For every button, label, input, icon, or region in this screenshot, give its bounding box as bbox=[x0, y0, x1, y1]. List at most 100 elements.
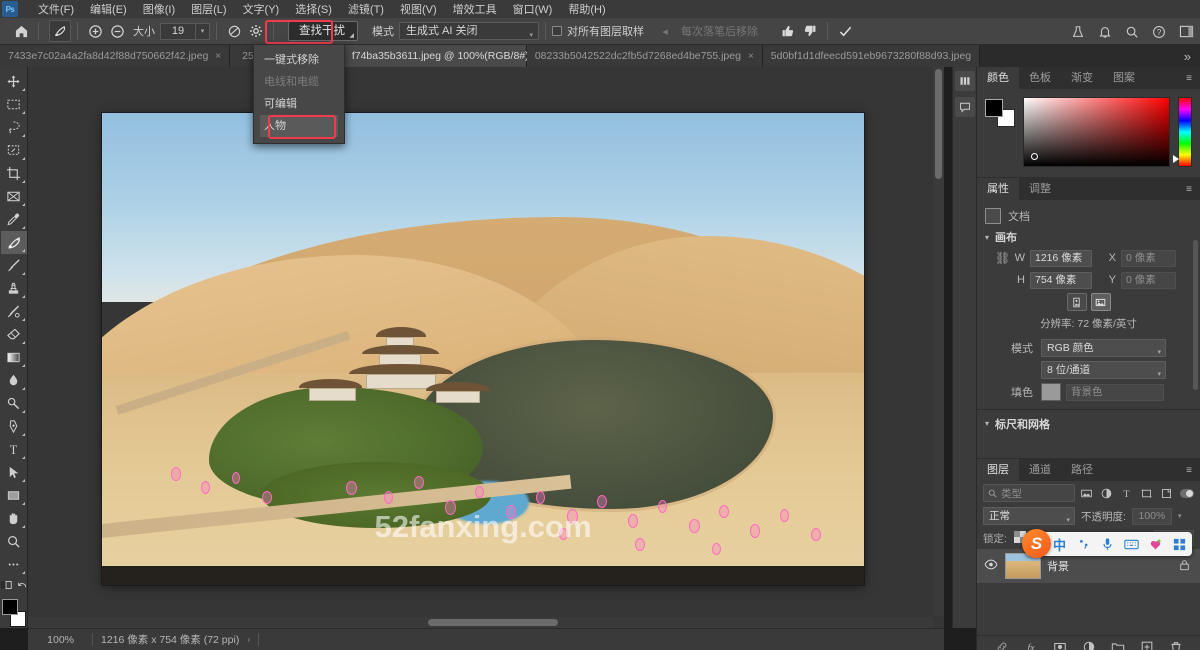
pen-tool[interactable] bbox=[1, 415, 27, 438]
brush-size-input[interactable]: 19 bbox=[160, 22, 196, 40]
menu-plugins[interactable]: 增效工具 bbox=[445, 0, 505, 19]
gradient-tool[interactable] bbox=[1, 346, 27, 369]
brush-add-icon[interactable] bbox=[84, 20, 106, 42]
menu-filter[interactable]: 滤镜(T) bbox=[340, 0, 392, 19]
help-icon[interactable]: ? bbox=[1152, 25, 1166, 39]
menu-file[interactable]: 文件(F) bbox=[30, 0, 82, 19]
brush-size-dropdown-icon[interactable]: ▾ bbox=[196, 22, 210, 40]
layer-name[interactable]: 背景 bbox=[1047, 558, 1173, 574]
sogou-logo-icon[interactable]: S bbox=[1022, 529, 1051, 558]
move-tool[interactable] bbox=[1, 70, 27, 93]
rulers-section-header[interactable]: ▾ 标尺和网格 bbox=[977, 409, 1200, 433]
menu-edit[interactable]: 编辑(E) bbox=[82, 0, 135, 19]
eyedropper-tool[interactable] bbox=[1, 208, 27, 231]
quick-mask-icon[interactable] bbox=[0, 578, 13, 595]
document-tab-4[interactable]: 08233b5042522dc2fb5d7268ed4be755.jpeg × bbox=[526, 45, 763, 67]
menu-view[interactable]: 视图(V) bbox=[392, 0, 445, 19]
sample-all-layers-checkbox[interactable]: 对所有图层取样 bbox=[552, 23, 644, 39]
edit-toolbar-icon[interactable] bbox=[1, 553, 27, 576]
bit-depth-select[interactable]: 8 位/通道 ▾ bbox=[1041, 361, 1166, 379]
menu-image[interactable]: 图像(I) bbox=[135, 0, 183, 19]
layer-filter-select[interactable]: 类型 bbox=[983, 484, 1075, 502]
home-icon[interactable] bbox=[10, 20, 32, 42]
link-icon[interactable] bbox=[995, 640, 1009, 650]
document-canvas[interactable]: 52fanxing.com bbox=[102, 113, 864, 585]
close-icon[interactable]: × bbox=[748, 51, 754, 62]
dodge-tool[interactable] bbox=[1, 392, 27, 415]
color-mode-select[interactable]: RGB 颜色 ▾ bbox=[1041, 339, 1166, 357]
lasso-tool[interactable] bbox=[1, 116, 27, 139]
y-input[interactable]: 0 像素 bbox=[1121, 271, 1176, 289]
search-icon[interactable] bbox=[1125, 25, 1139, 39]
workspace-icon[interactable] bbox=[1179, 25, 1194, 38]
properties-scrollbar[interactable] bbox=[1193, 240, 1198, 390]
generative-mode-select[interactable]: 生成式 AI 关闭 ▾ bbox=[399, 22, 539, 40]
filter-shape-icon[interactable] bbox=[1138, 484, 1154, 502]
foreground-background-colors[interactable] bbox=[1, 599, 27, 627]
filter-type-icon[interactable]: T bbox=[1119, 484, 1135, 502]
hand-tool[interactable] bbox=[1, 507, 27, 530]
menu-window[interactable]: 窗口(W) bbox=[505, 0, 561, 19]
tab-paths[interactable]: 路径 bbox=[1061, 459, 1103, 481]
saturation-value-field[interactable] bbox=[1023, 97, 1170, 167]
document-tab-1[interactable]: 7433e7c02a4a2fa8d42f88d750662f42.jpeg × bbox=[0, 45, 231, 67]
brush-tool[interactable] bbox=[1, 254, 27, 277]
ime-keyboard-icon[interactable] bbox=[1124, 538, 1139, 551]
tab-swatches[interactable]: 色板 bbox=[1019, 67, 1061, 89]
dropdown-item-people[interactable]: 人物 bbox=[260, 115, 338, 137]
brush-subtract-icon[interactable] bbox=[106, 20, 128, 42]
tab-patterns[interactable]: 图案 bbox=[1103, 67, 1145, 89]
crop-tool[interactable] bbox=[1, 162, 27, 185]
link-dimensions-icon[interactable]: ⛓ bbox=[995, 251, 1010, 265]
canvas-vertical-scrollbar[interactable] bbox=[933, 67, 944, 616]
blend-mode-select[interactable]: 正常 ▾ bbox=[983, 507, 1075, 525]
close-icon[interactable]: × bbox=[215, 51, 221, 62]
object-selection-tool[interactable] bbox=[1, 139, 27, 162]
filter-pixel-icon[interactable] bbox=[1079, 484, 1095, 502]
ime-chinese-mode[interactable]: 中 bbox=[1052, 535, 1067, 554]
comments-panel-icon[interactable] bbox=[954, 97, 975, 117]
fx-icon[interactable]: fx bbox=[1024, 640, 1038, 650]
screen-mode-icon[interactable] bbox=[16, 579, 28, 594]
lock-icon[interactable] bbox=[1179, 559, 1190, 574]
dropdown-item-one-click-remove[interactable]: 一键式移除 bbox=[254, 49, 344, 71]
hue-slider[interactable] bbox=[1173, 97, 1192, 167]
bell-icon[interactable] bbox=[1098, 25, 1112, 39]
document-tab-5[interactable]: 5d0bf1d1dfeecd591eb9673280f88d93.jpeg bbox=[762, 45, 981, 67]
history-brush-tool[interactable] bbox=[1, 300, 27, 323]
gear-icon[interactable] bbox=[245, 20, 267, 42]
panel-menu-icon[interactable]: ≡ bbox=[1186, 465, 1193, 476]
filter-smart-object-icon[interactable] bbox=[1158, 484, 1174, 502]
share-icon[interactable] bbox=[1071, 25, 1085, 39]
rectangular-marquee-tool[interactable] bbox=[1, 93, 27, 116]
blur-tool[interactable] bbox=[1, 369, 27, 392]
ime-microphone-icon[interactable] bbox=[1100, 537, 1115, 551]
canvas-area[interactable]: 52fanxing.com bbox=[28, 67, 944, 628]
ime-emoji-icon[interactable] bbox=[1148, 537, 1163, 552]
clone-stamp-tool[interactable] bbox=[1, 277, 27, 300]
panel-menu-icon[interactable]: ≡ bbox=[1186, 73, 1193, 84]
foreground-color-swatch[interactable] bbox=[1, 599, 18, 615]
thumbs-up-icon[interactable] bbox=[777, 20, 799, 42]
path-selection-tool[interactable] bbox=[1, 461, 27, 484]
color-swatches[interactable] bbox=[985, 99, 1015, 127]
horizontal-scroll-thumb[interactable] bbox=[428, 619, 558, 626]
sogou-ime-toolbar[interactable]: S 中 bbox=[1022, 529, 1192, 558]
tab-overflow-icon[interactable]: » bbox=[1175, 45, 1200, 67]
landscape-orientation-icon[interactable] bbox=[1090, 293, 1111, 311]
menu-layer[interactable]: 图层(L) bbox=[183, 0, 234, 19]
new-layer-icon[interactable] bbox=[1140, 640, 1154, 650]
zoom-tool[interactable] bbox=[1, 530, 27, 553]
libraries-panel-icon[interactable] bbox=[954, 71, 975, 91]
menu-select[interactable]: 选择(S) bbox=[287, 0, 340, 19]
tab-layers[interactable]: 图层 bbox=[977, 459, 1019, 481]
filter-adjustment-icon[interactable] bbox=[1099, 484, 1115, 502]
foreground-swatch[interactable] bbox=[985, 99, 1003, 117]
filter-toggle[interactable] bbox=[1179, 488, 1195, 498]
fill-color-swatch[interactable] bbox=[1041, 383, 1061, 401]
fill-value[interactable]: 背景色 bbox=[1066, 383, 1164, 401]
height-input[interactable]: 754 像素 bbox=[1030, 271, 1092, 289]
chevron-down-icon[interactable]: ▾ bbox=[1178, 512, 1182, 520]
frame-tool[interactable] bbox=[1, 185, 27, 208]
eraser-tool[interactable] bbox=[1, 323, 27, 346]
